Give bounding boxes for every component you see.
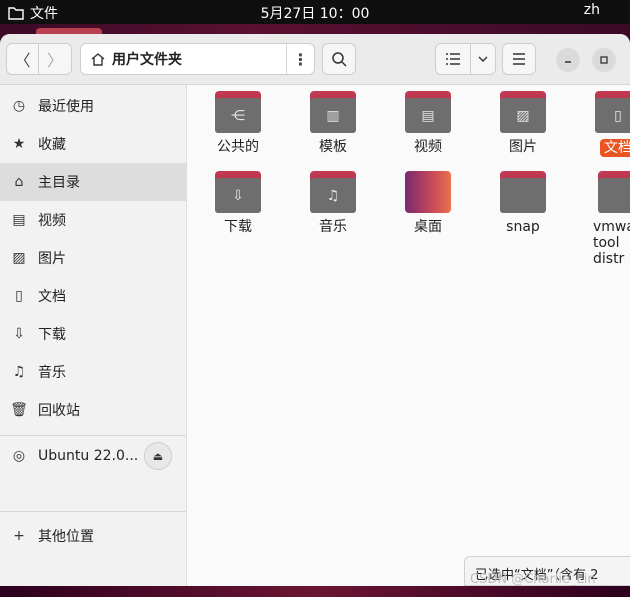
sidebar-item-recent[interactable]: ◷ 最近使用 <box>0 87 186 125</box>
folder-label: 公共的 <box>217 139 259 155</box>
star-icon: ★ <box>12 136 26 152</box>
trash-icon: 🗑 <box>10 402 28 418</box>
folder-item-vmware-tools[interactable]: vmwa tool distr <box>578 171 630 267</box>
folder-item-music[interactable]: ♫ 音乐 <box>293 171 373 235</box>
document-icon: ▯ <box>15 288 23 304</box>
sidebar-item-label: 最近使用 <box>38 99 94 115</box>
music-icon: ♫ <box>310 178 356 213</box>
chevron-right-icon: 〉 <box>46 51 63 70</box>
clock-icon: ◷ <box>12 98 26 114</box>
video-icon: ▤ <box>405 98 451 133</box>
folder-label: 桌面 <box>414 219 442 235</box>
forward-button[interactable]: 〉 <box>39 43 72 75</box>
maximize-button[interactable] <box>592 48 616 72</box>
folder-label: snap <box>506 219 540 235</box>
sidebar-item-label: Ubuntu 22.0... <box>38 448 139 464</box>
folder-label: 模板 <box>319 139 347 155</box>
folder-item-templates[interactable]: ▥ 模板 <box>293 91 373 155</box>
main-menu-button[interactable] <box>502 43 536 75</box>
path-bar: 用户文件夹 ⋮ <box>80 43 315 75</box>
wallpaper-bottom <box>0 586 630 597</box>
sidebar-item-home[interactable]: ⌂ 主目录 <box>0 163 186 201</box>
download-icon: ⇩ <box>215 178 261 213</box>
home-icon: ⌂ <box>14 174 24 190</box>
folder-icon <box>500 178 546 213</box>
eject-button[interactable]: ⏏ <box>144 442 172 470</box>
path-crumb-home[interactable]: 用户文件夹 <box>81 44 287 74</box>
minimize-icon <box>565 61 571 63</box>
sidebar-item-label: 主目录 <box>38 175 80 191</box>
folder-item-snap[interactable]: snap <box>483 171 563 235</box>
share-icon: ⋲ <box>215 98 261 133</box>
clock[interactable]: 5月27日 10：00 <box>0 3 630 23</box>
search-icon <box>332 52 347 67</box>
file-grid: ⋲ 公共的 ▥ 模板 ▤ 视频 ▨ 图片 ▯ 文档 ⇩ 下载 ♫ 音乐 桌面 s… <box>187 85 630 586</box>
sidebar-item-videos[interactable]: ▤ 视频 <box>0 201 186 239</box>
image-icon: ▨ <box>12 250 26 266</box>
folder-item-documents[interactable]: ▯ 文档 <box>578 91 630 157</box>
nav-buttons: 〈 〉 <box>6 43 72 75</box>
folder-icon <box>598 178 630 213</box>
plus-icon: + <box>13 528 25 544</box>
hamburger-menu-icon <box>513 53 525 65</box>
folder-label: 图片 <box>509 139 537 155</box>
folder-item-pictures[interactable]: ▨ 图片 <box>483 91 563 155</box>
top-bar: 文件 5月27日 10：00 zh <box>0 0 630 24</box>
folder-label: 下载 <box>224 219 252 235</box>
video-icon: ▤ <box>12 212 26 228</box>
sidebar-item-downloads[interactable]: ⇩ 下载 <box>0 315 186 353</box>
chevron-down-icon <box>478 56 488 62</box>
sidebar-item-label: 其他位置 <box>38 529 94 545</box>
sidebar-item-label: 收藏 <box>38 137 66 153</box>
sidebar-item-label: 图片 <box>38 251 66 267</box>
input-method-indicator[interactable]: zh <box>584 2 600 18</box>
watermark: CSDN @Charlie_Lin <box>470 572 596 587</box>
sidebar-item-label: 视频 <box>38 213 66 229</box>
sidebar-item-documents[interactable]: ▯ 文档 <box>0 277 186 315</box>
path-menu-button[interactable]: ⋮ <box>287 50 314 69</box>
sidebar-item-label: 下载 <box>38 327 66 343</box>
image-icon: ▨ <box>500 98 546 133</box>
folder-item-desktop[interactable]: 桌面 <box>388 171 468 235</box>
sidebar-item-trash[interactable]: 🗑 回收站 <box>0 391 186 429</box>
template-icon: ▥ <box>310 98 356 133</box>
sidebar-item-music[interactable]: ♫ 音乐 <box>0 353 186 391</box>
sidebar-item-starred[interactable]: ★ 收藏 <box>0 125 186 163</box>
search-button[interactable] <box>322 43 356 75</box>
sidebar-item-label: 音乐 <box>38 365 66 381</box>
list-view-icon <box>446 53 460 65</box>
disc-icon: ◎ <box>12 448 26 464</box>
folder-item-downloads[interactable]: ⇩ 下载 <box>198 171 278 235</box>
maximize-icon <box>600 56 608 64</box>
sidebar-divider <box>0 435 186 436</box>
folder-label: 视频 <box>414 139 442 155</box>
eject-icon: ⏏ <box>152 449 164 463</box>
chevron-left-icon: 〈 <box>14 51 31 70</box>
desktop-icon <box>405 171 451 213</box>
header-bar: 〈 〉 用户文件夹 ⋮ <box>0 34 630 85</box>
file-manager-window: 〈 〉 用户文件夹 ⋮ ◷ 最近使用 ★ 收藏 ⌂ 主目录 ▤ 视频 ▨ 图片 … <box>0 34 630 586</box>
music-icon: ♫ <box>12 364 26 380</box>
view-options-dropdown[interactable] <box>470 43 496 75</box>
sidebar-item-label: 文档 <box>38 289 66 305</box>
download-icon: ⇩ <box>13 326 25 342</box>
sidebar-item-pictures[interactable]: ▨ 图片 <box>0 239 186 277</box>
folder-item-public[interactable]: ⋲ 公共的 <box>198 91 278 155</box>
sidebar: ◷ 最近使用 ★ 收藏 ⌂ 主目录 ▤ 视频 ▨ 图片 ▯ 文档 ⇩ 下载 ♫ 音乐 🗑 回收站 … <box>0 85 187 586</box>
sidebar-item-label: 回收站 <box>38 403 80 419</box>
folder-label: vmwa tool distr <box>593 219 630 267</box>
list-view-button[interactable] <box>435 43 471 75</box>
minimize-button[interactable] <box>556 48 580 72</box>
path-label: 用户文件夹 <box>112 52 182 68</box>
sidebar-item-other-locations[interactable]: + 其他位置 <box>0 517 186 555</box>
folder-label-selected: 文档 <box>600 139 630 157</box>
document-icon: ▯ <box>595 98 630 133</box>
home-icon <box>91 52 105 66</box>
folder-item-videos[interactable]: ▤ 视频 <box>388 91 468 155</box>
back-button[interactable]: 〈 <box>6 43 39 75</box>
folder-label: 音乐 <box>319 219 347 235</box>
sidebar-divider <box>0 511 186 512</box>
